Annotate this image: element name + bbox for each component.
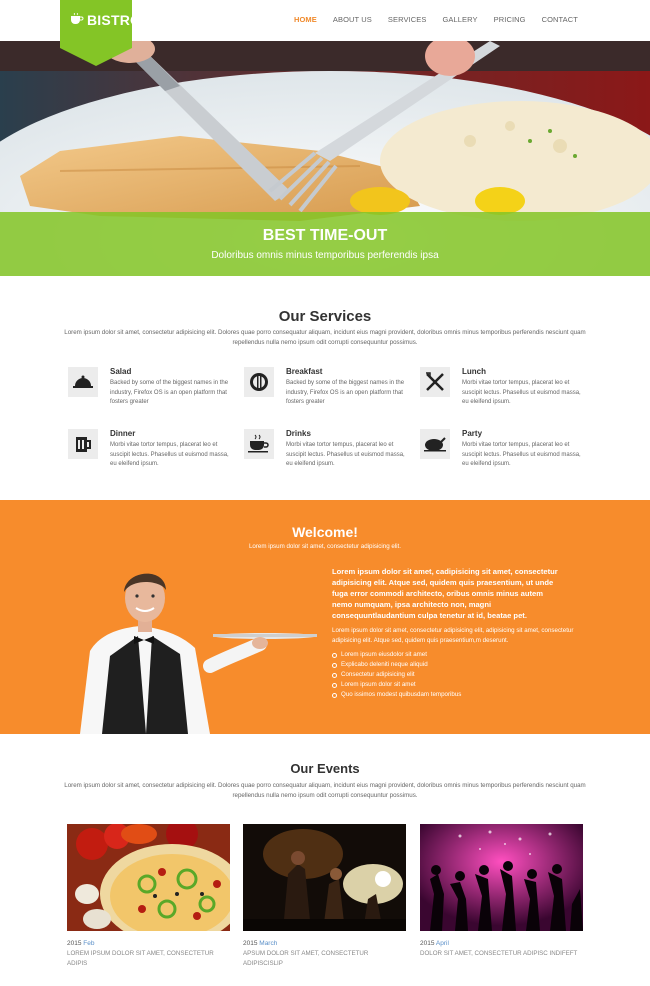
services-description: Lorem ipsum dolor sit amet, consectetur … [64, 329, 586, 346]
event-year: 2015 [420, 940, 435, 947]
service-lunch: Lunch Morbi vitae tortor tempus, placera… [420, 367, 590, 417]
circle-bullet-icon [332, 682, 337, 688]
welcome-lead-line: adipisicing elit. Atque sed, quidem quis… [332, 578, 554, 587]
roast-chicken-icon [420, 429, 450, 459]
hero-banner: BEST TIME-OUT Doloribus omnis minus temp… [0, 41, 650, 276]
nav-about-us[interactable]: ABOUT US [333, 15, 372, 24]
event-year: 2015 [243, 940, 258, 947]
event-date: 2015 Feb [67, 940, 230, 947]
service-title: Drinks [286, 429, 311, 438]
service-drinks: Drinks Morbi vitae tortor tempus, placer… [244, 429, 414, 479]
list-item-text: Lorem ipsum dolor sit amet [341, 681, 416, 688]
nav-services[interactable]: SERVICES [388, 15, 427, 24]
service-salad: Salad Backed by some of the biggest name… [68, 367, 238, 417]
list-item: Explicabo deleniti neque aliquid [332, 660, 461, 670]
event-month: Feb [83, 940, 95, 947]
welcome-subtitle: Lorem ipsum dolor sit amet, consectetur … [248, 543, 401, 550]
list-item-text: Consectetur adipisicing elit [341, 671, 415, 678]
service-text: Backed by some of the biggest names in t… [286, 380, 405, 405]
events-description: Lorem ipsum dolor sit amet, consectetur … [64, 782, 586, 799]
nav-gallery[interactable]: GALLERY [442, 15, 477, 24]
list-item: Lorem ipsum eiusdolor sit amet [332, 650, 461, 660]
cup-icon [70, 13, 84, 25]
event-date: 2015 April [420, 940, 583, 947]
logo[interactable]: BISTRO [60, 0, 141, 66]
cloche-icon [68, 367, 98, 397]
logo-badge-shape [60, 0, 132, 66]
welcome-title: Welcome! [292, 524, 358, 540]
beer-mug-icon [68, 429, 98, 459]
service-title: Breakfast [286, 367, 323, 376]
circle-bullet-icon [332, 662, 337, 668]
list-item-text: Quo issimos modest quibusdam temporibus [341, 691, 462, 698]
waiter-image [80, 573, 317, 734]
nav-home[interactable]: HOME [294, 15, 317, 24]
welcome-list: Lorem ipsum eiusdolor sit amet Explicabo… [332, 650, 461, 700]
pizza-image[interactable] [67, 824, 230, 931]
event-card-april[interactable]: 2015 April DOLOR SIT AMET, CONSECTETUR A… [420, 824, 583, 959]
service-text: Backed by some of the biggest names in t… [110, 380, 229, 405]
service-title: Salad [110, 367, 132, 376]
hero-title: BEST TIME-OUT [262, 227, 388, 244]
service-party: Party Morbi vitae tortor tempus, placera… [420, 429, 590, 479]
list-item-text: Lorem ipsum eiusdolor sit amet [341, 651, 427, 658]
service-text: Morbi vitae tortor tempus, placerat leo … [462, 380, 581, 405]
event-date: 2015 March [243, 940, 406, 947]
concert-image[interactable] [243, 824, 406, 931]
event-year: 2015 [67, 940, 82, 947]
nav-pricing[interactable]: PRICING [494, 15, 526, 24]
event-card-march[interactable]: 2015 March APSUM DOLOR SIT AMET, CONSECT… [243, 824, 406, 968]
circle-bullet-icon [332, 672, 337, 678]
fork-knife-icon [420, 367, 450, 397]
list-item: Lorem ipsum dolor sit amet [332, 680, 461, 690]
service-text: Morbi vitae tortor tempus, placerat leo … [286, 442, 405, 467]
welcome-lead-line: consequuntlaudantium culpa tenetur at id… [332, 611, 527, 620]
service-breakfast: Breakfast Backed by some of the biggest … [244, 367, 414, 417]
event-month: April [435, 940, 449, 947]
event-text: DOLOR SIT AMET, CONSECTETUR ADIPISC INDI… [420, 950, 578, 957]
list-item-text: Explicabo deleniti neque aliquid [341, 661, 428, 668]
service-title: Party [462, 429, 483, 438]
welcome-lead: Lorem ipsum dolor sit amet, cadipisicing… [332, 566, 582, 621]
welcome-text: Lorem ipsum dolor sit amet, consectetur … [332, 627, 574, 644]
service-dinner: Dinner Morbi vitae tortor tempus, placer… [68, 429, 238, 479]
welcome-lead-line: nemo numquam, ipsa architecto non, magni [332, 600, 492, 609]
nav-contact[interactable]: CONTACT [542, 15, 578, 24]
service-title: Dinner [110, 429, 136, 438]
event-text: LOREM IPSUM DOLOR SIT AMET, CONSECTETUR … [67, 950, 214, 967]
list-item: Consectetur adipisicing elit [332, 670, 461, 680]
service-text: Morbi vitae tortor tempus, placerat leo … [462, 442, 581, 467]
event-card-feb[interactable]: 2015 Feb LOREM IPSUM DOLOR SIT AMET, CON… [67, 824, 230, 968]
hero-subtitle: Doloribus omnis minus temporibus perfere… [211, 250, 439, 261]
service-text: Morbi vitae tortor tempus, placerat leo … [110, 442, 229, 467]
event-month: March [259, 940, 278, 947]
circle-bullet-icon [332, 652, 337, 658]
list-item: Quo issimos modest quibusdam temporibus [332, 690, 461, 700]
event-text: APSUM DOLOR SIT AMET, CONSECTETUR ADIPIS… [243, 950, 369, 967]
coffee-cup-icon [244, 429, 274, 459]
service-title: Lunch [462, 367, 486, 376]
plate-cutlery-icon [244, 367, 274, 397]
services-title: Our Services [278, 308, 372, 325]
main-nav: HOME ABOUT US SERVICES GALLERY PRICING C… [278, 15, 578, 24]
brand-name: BISTRO [87, 12, 142, 28]
events-title: Our Events [290, 761, 360, 776]
welcome-lead-line: fuga error commodi architecto, oribus om… [332, 589, 543, 598]
circle-bullet-icon [332, 692, 337, 698]
site-header: BISTRO HOME ABOUT US SERVICES GALLERY PR… [0, 0, 650, 66]
welcome-lead-line: Lorem ipsum dolor sit amet, cadipisicing… [332, 567, 558, 576]
party-image[interactable] [420, 824, 583, 931]
welcome-section: Welcome! Lorem ipsum dolor sit amet, con… [0, 500, 650, 734]
